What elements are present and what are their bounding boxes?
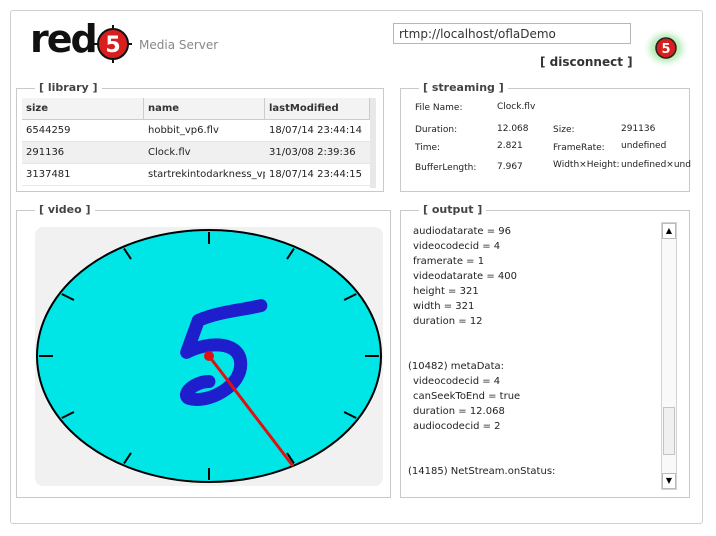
- logo-target-icon: 5: [94, 25, 132, 63]
- output-line: framerate = 1: [413, 256, 485, 267]
- output-line: videocodecid = 4: [413, 241, 501, 252]
- output-line: duration = 12.068: [413, 406, 505, 417]
- scroll-down-button[interactable]: ▼: [662, 473, 676, 489]
- file-name-label: File Name:: [415, 103, 463, 113]
- video-player[interactable]: [35, 227, 383, 486]
- buffer-length-label: BufferLength:: [415, 163, 477, 173]
- video-title: [ video ]: [35, 203, 95, 216]
- cell-size: 6544259: [26, 125, 71, 136]
- output-panel: [ output ]: [400, 203, 690, 498]
- width-height-value: undefined×und: [621, 160, 691, 170]
- buffer-length-value: 7.967: [497, 162, 523, 172]
- time-value: 2.821: [497, 141, 523, 151]
- clock-hub: [204, 351, 214, 361]
- output-line: canSeekToEnd = true: [413, 391, 521, 402]
- output-scrollbar[interactable]: ▲ ▼: [661, 222, 677, 490]
- status-number: 5: [661, 42, 670, 57]
- output-line: videocodecid = 4: [413, 376, 501, 387]
- library-table: size name lastModified 6544259 hobbit_vp…: [22, 98, 370, 186]
- library-header-row: size name lastModified: [22, 98, 370, 120]
- width-height-label: Width×Height:: [553, 160, 620, 170]
- column-header-lastmodified[interactable]: lastModified: [265, 98, 370, 119]
- output-line: height = 321: [413, 286, 479, 297]
- column-header-size[interactable]: size: [22, 98, 144, 119]
- server-url-input[interactable]: [393, 23, 631, 44]
- output-title: [ output ]: [419, 203, 487, 216]
- red5-logo: red 5: [30, 17, 135, 67]
- output-line: audiocodecid = 2: [413, 421, 501, 432]
- logo-text: red: [30, 17, 98, 61]
- logo-number: 5: [105, 33, 120, 58]
- output-line: videodatarate = 400: [413, 271, 517, 282]
- output-line: audiodatarate = 96: [413, 226, 512, 237]
- table-row[interactable]: 3137481 startrekintodarkness_vp6. 18/07/…: [22, 164, 370, 186]
- disconnect-button[interactable]: [ disconnect ]: [540, 55, 633, 69]
- file-name-value: Clock.flv: [497, 102, 536, 112]
- cell-modified: 31/03/08 2:39:36: [269, 147, 356, 158]
- table-row[interactable]: 291136 Clock.flv 31/03/08 2:39:36: [22, 142, 370, 164]
- cell-name: startrekintodarkness_vp6.: [148, 169, 265, 180]
- cell-size: 3137481: [26, 169, 71, 180]
- size-label: Size:: [553, 125, 575, 135]
- library-scrollbar[interactable]: [370, 98, 376, 188]
- output-line: width = 321: [413, 301, 475, 312]
- scroll-thumb[interactable]: [663, 407, 675, 455]
- framerate-label: FrameRate:: [553, 143, 605, 153]
- output-line: duration = 12: [413, 316, 483, 327]
- size-value: 291136: [621, 124, 656, 134]
- clock-video-frame: [36, 229, 382, 483]
- output-line: (14185) NetStream.onStatus:: [408, 466, 556, 477]
- framerate-value: undefined: [621, 141, 667, 151]
- table-row[interactable]: 6544259 hobbit_vp6.flv 18/07/14 23:44:14: [22, 120, 370, 142]
- cell-name: Clock.flv: [148, 147, 191, 158]
- product-name: Media Server: [139, 38, 219, 52]
- connection-status-icon: 5: [642, 27, 690, 69]
- output-line: (10482) metaData:: [408, 361, 504, 372]
- cell-name: hobbit_vp6.flv: [148, 125, 219, 136]
- scroll-up-button[interactable]: ▲: [662, 223, 676, 239]
- duration-label: Duration:: [415, 125, 458, 135]
- cell-modified: 18/07/14 23:44:15: [269, 169, 363, 180]
- duration-value: 12.068: [497, 124, 529, 134]
- cell-modified: 18/07/14 23:44:14: [269, 125, 363, 136]
- streaming-title: [ streaming ]: [419, 81, 508, 94]
- cell-size: 291136: [26, 147, 65, 158]
- time-label: Time:: [415, 143, 441, 153]
- column-header-name[interactable]: name: [144, 98, 265, 119]
- library-title: [ library ]: [35, 81, 102, 94]
